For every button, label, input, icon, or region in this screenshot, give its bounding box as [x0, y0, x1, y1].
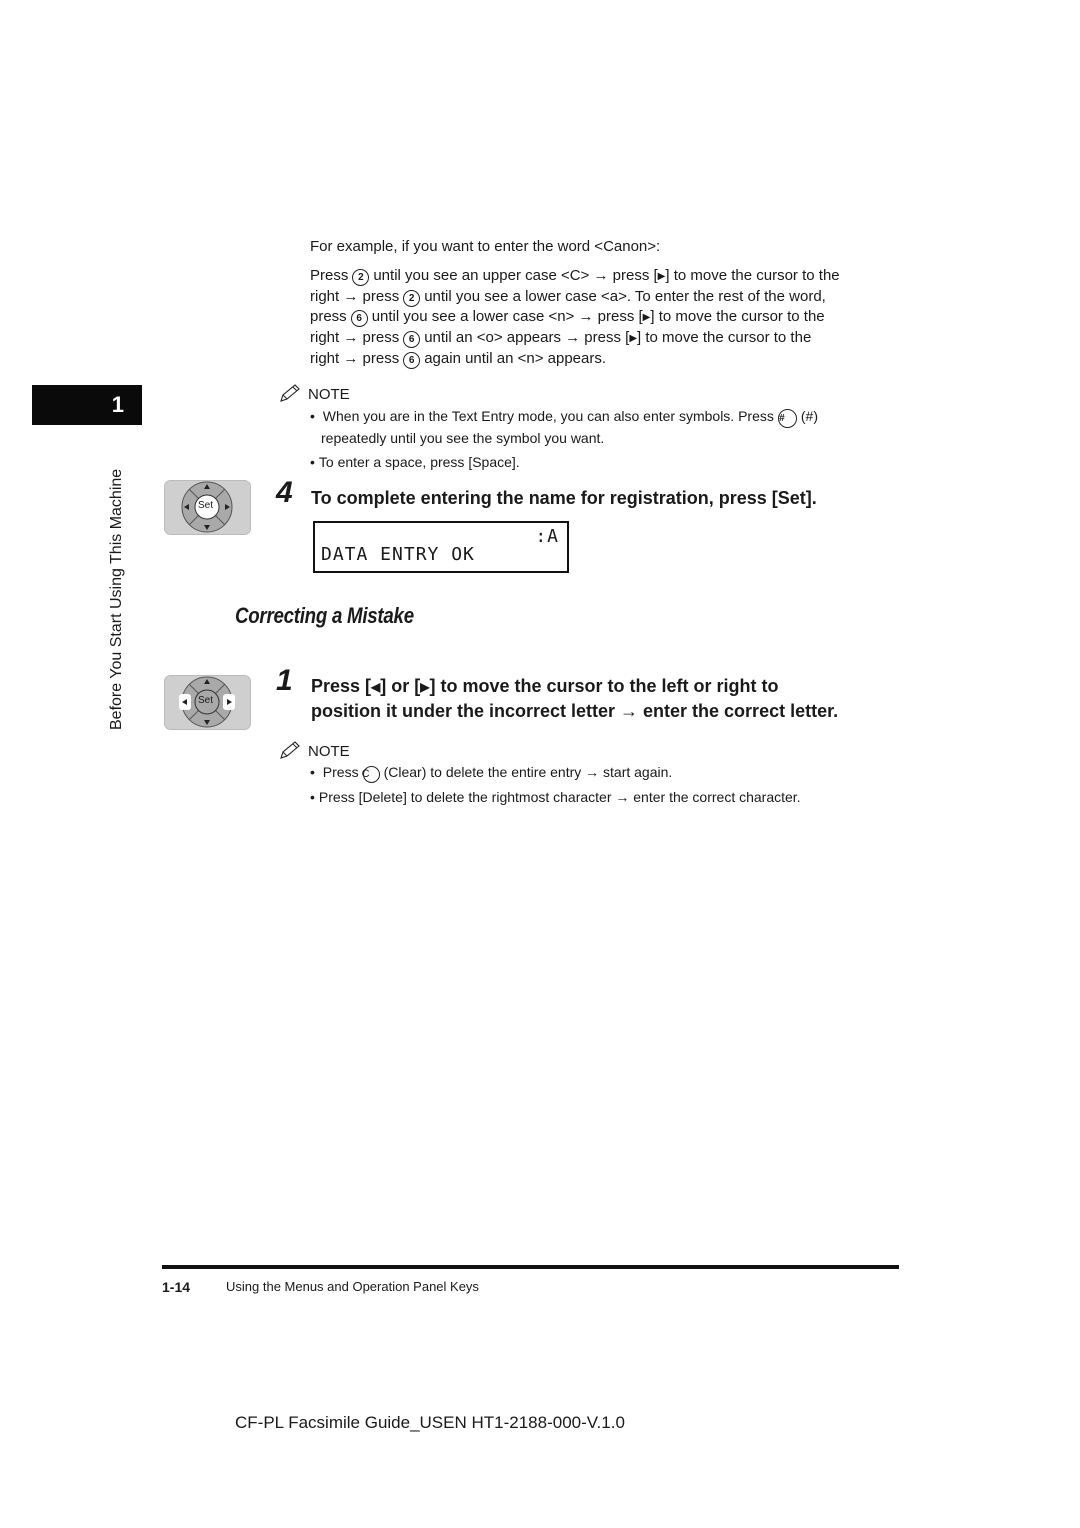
left-triangle-icon: ◀ — [371, 680, 381, 694]
hash-key-icon: # — [777, 409, 797, 428]
step-instruction: To complete entering the name for regist… — [311, 488, 817, 508]
footer-section-name: Using the Menus and Operation Panel Keys — [226, 1279, 479, 1294]
set-keypad-icon: Set — [164, 675, 252, 735]
page-number: 1-14 — [162, 1279, 191, 1295]
step-number: 4 — [276, 476, 293, 509]
note-heading: NOTE — [278, 741, 350, 761]
text: right → press — [310, 288, 400, 305]
set-keypad-icon: Set — [164, 480, 252, 540]
right-triangle-icon: ▶ — [629, 333, 638, 344]
note-list: When you are in the Text Entry mode, you… — [310, 406, 900, 472]
text: ] or [ — [380, 676, 421, 696]
text: repeatedly until you see the symbol you … — [321, 430, 605, 446]
paragraph-line: right → press 2 until you see a lower case… — [310, 287, 900, 307]
note-item: PressC(Clear) to delete the entire entry… — [310, 762, 910, 783]
paragraph-line: press 6 until you see a lower case <n> → p… — [310, 307, 900, 328]
example-intro: For example, if you want to enter the wo… — [310, 238, 661, 255]
text: until you see an upper case <C> → press … — [373, 267, 658, 284]
text: ] to move the cursor to the — [650, 308, 825, 325]
lcd-display: :A DATA ENTRY OK — [313, 521, 569, 573]
text: until you see a lower case <n> → press [ — [371, 308, 643, 325]
example-paragraph: Press 2 until you see an upper case <C> → … — [310, 266, 900, 369]
note-title: NOTE — [308, 742, 350, 760]
key-6-icon: 6 — [403, 352, 421, 369]
note-item: When you are in the Text Entry mode, you… — [310, 406, 900, 448]
text: ] to move the cursor to the left or righ… — [429, 676, 779, 696]
chapter-title: Before You Start Using This Machine — [108, 468, 125, 730]
paragraph-line: right → press 6 again until an <n> appears… — [310, 349, 900, 369]
key-2-icon: 2 — [403, 290, 421, 307]
pencil-icon — [280, 741, 300, 759]
key-6-icon: 6 — [350, 310, 368, 327]
text: until an <o> appears → press [ — [424, 329, 630, 346]
keypad-center-label: Set — [198, 500, 214, 511]
key-2-icon: 2 — [352, 269, 370, 286]
key-6-icon: 6 — [403, 331, 421, 348]
text: Press — [310, 267, 349, 284]
text: Press [ — [311, 676, 372, 696]
step-number: 1 — [276, 664, 293, 697]
clear-key-icon: C — [362, 766, 380, 783]
text: ] to move the cursor to the — [665, 267, 840, 284]
note-list: PressC(Clear) to delete the entire entry… — [310, 762, 910, 807]
chapter-tab: 1 — [32, 385, 142, 425]
lcd-line-1: :A — [535, 526, 559, 547]
document-id: CF-PL Facsimile Guide_USEN HT1-2188-000-… — [235, 1413, 625, 1432]
note-heading: NOTE — [278, 384, 350, 404]
text: (Clear) to delete the entire entry → sta… — [383, 764, 673, 780]
text: When you are in the Text Entry mode, you… — [322, 408, 774, 424]
text: Press — [322, 764, 359, 780]
note-item: Press [Delete] to delete the rightmost c… — [310, 787, 910, 807]
note-item: To enter a space, press [Space]. — [310, 452, 900, 472]
step-instruction: Press [◀] or [▶] to move the cursor to t… — [311, 674, 911, 723]
text: press — [310, 308, 347, 325]
pencil-icon — [280, 384, 300, 402]
text: (#) — [800, 408, 818, 424]
step-line: position it under the incorrect letter →… — [311, 701, 839, 721]
text: right → press — [310, 350, 400, 367]
lcd-line-2: DATA ENTRY OK — [321, 544, 475, 565]
text: right → press — [310, 329, 400, 346]
keypad-center-label: Set — [198, 695, 214, 706]
section-title: Correcting a Mistake — [235, 603, 414, 628]
text: again until an <n> appears. — [424, 350, 607, 367]
paragraph-line: right → press 6 until an <o> appears → pre… — [310, 328, 900, 349]
right-triangle-icon: ▶ — [420, 680, 430, 694]
text: until you see a lower case <a>. To enter… — [424, 288, 826, 305]
step-line: Press [◀] or [▶] to move the cursor to t… — [311, 674, 911, 699]
note-title: NOTE — [308, 385, 350, 403]
footer-rule — [162, 1265, 899, 1269]
paragraph-line: Press 2 until you see an upper case <C> → … — [310, 266, 900, 287]
text: ] to move the cursor to the — [637, 329, 812, 346]
chapter-number: 1 — [111, 392, 124, 417]
